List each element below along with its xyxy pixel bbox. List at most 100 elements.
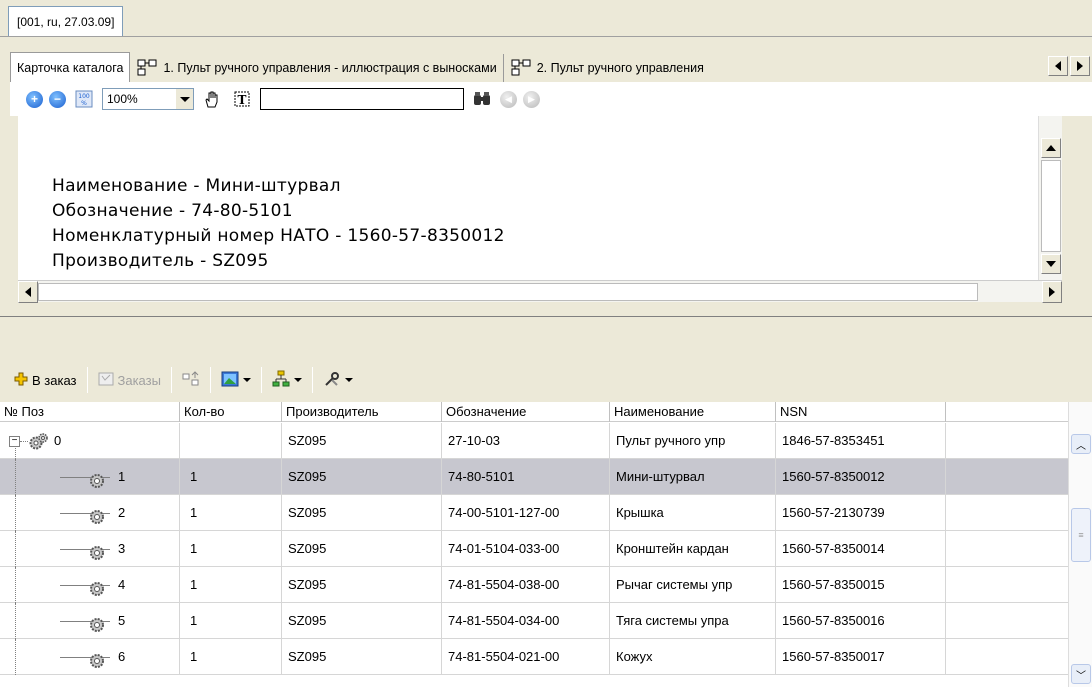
table-vertical-scrollbar[interactable]: ︿ ≡ ﹀ bbox=[1068, 402, 1092, 687]
toolbar-separator bbox=[86, 367, 88, 393]
tab-catalog-card[interactable]: Карточка каталога bbox=[10, 52, 131, 82]
parts-table: № Поз Кол-во Производитель Обозначение Н… bbox=[0, 402, 1092, 687]
tree-expand-dropdown-button[interactable] bbox=[266, 366, 308, 394]
add-to-order-label: В заказ bbox=[32, 372, 77, 388]
pos-number: 4 bbox=[118, 576, 126, 592]
cell-empty bbox=[946, 530, 1070, 567]
cell-pos: 5 bbox=[0, 602, 180, 639]
tab-illustration-callouts[interactable]: 1. Пульт ручного управления - иллюстраци… bbox=[130, 54, 504, 82]
pos-number: 2 bbox=[118, 504, 126, 520]
cell-designation: 74-01-5104-033-00 bbox=[442, 530, 610, 567]
card-line-nato-number: Номенклатурный номер НАТО - 1560-57-8350… bbox=[52, 226, 505, 246]
cell-name: Мини-штурвал bbox=[610, 458, 776, 495]
part-gear-icon bbox=[88, 612, 106, 632]
table-row[interactable]: 4 1 SZ095 74-81-5504-038-00 Рычаг системы уп… bbox=[0, 566, 1070, 603]
scroll-down-button[interactable]: ﹀ bbox=[1071, 664, 1091, 684]
cell-pos: 1 bbox=[0, 458, 180, 495]
cell-qty: 1 bbox=[180, 530, 282, 567]
cell-pos: 2 bbox=[0, 494, 180, 531]
tab-strip: Карточка каталога 1. Пульт ручного управ… bbox=[10, 52, 1092, 82]
add-to-order-button[interactable]: В заказ bbox=[8, 366, 83, 394]
orders-icon bbox=[98, 371, 114, 390]
actual-size-icon[interactable]: 100% bbox=[72, 88, 96, 110]
document-tab[interactable]: [001, ru, 27.03.09] bbox=[8, 6, 124, 36]
tree-up-button[interactable] bbox=[176, 366, 206, 394]
table-row[interactable]: 6 1 SZ095 74-81-5504-021-00 Кожух 1560-57-835… bbox=[0, 638, 1070, 675]
table-row[interactable]: −0 SZ095 27-10-03 Пульт ручного упр 1846-57-… bbox=[0, 422, 1070, 459]
toolbar-separator bbox=[260, 367, 262, 393]
column-header-designation[interactable]: Обозначение bbox=[442, 402, 610, 422]
viewer-vertical-scrollbar[interactable] bbox=[1038, 116, 1062, 296]
scroll-thumb[interactable] bbox=[1041, 160, 1061, 252]
cell-qty bbox=[180, 422, 282, 459]
cell-name: Рычаг системы упр bbox=[610, 566, 776, 603]
orders-button[interactable]: Заказы bbox=[92, 366, 167, 394]
cell-name: Кронштейн кардан bbox=[610, 530, 776, 567]
scroll-right-button[interactable] bbox=[1042, 281, 1062, 303]
column-header-empty bbox=[946, 402, 1070, 422]
pos-number: 6 bbox=[118, 648, 126, 664]
text-select-icon[interactable]: T bbox=[230, 88, 254, 110]
scroll-thumb[interactable]: ≡ bbox=[1071, 508, 1091, 562]
cell-manufacturer: SZ095 bbox=[282, 602, 442, 639]
scroll-left-button[interactable] bbox=[18, 281, 38, 303]
cell-empty bbox=[946, 638, 1070, 675]
tab-scroll-left-button[interactable] bbox=[1048, 56, 1068, 76]
viewer-horizontal-scrollbar[interactable] bbox=[18, 280, 1062, 303]
zoom-in-icon[interactable]: + bbox=[26, 90, 43, 108]
cell-pos: 3 bbox=[0, 530, 180, 567]
cell-manufacturer: SZ095 bbox=[282, 494, 442, 531]
cell-qty: 1 bbox=[180, 602, 282, 639]
table-row[interactable]: 2 1 SZ095 74-00-5101-127-00 Крышка 1560-57-21… bbox=[0, 494, 1070, 531]
zoom-select[interactable]: 100% bbox=[102, 88, 194, 110]
arrow-right-icon bbox=[1077, 61, 1083, 71]
assembly-gears-icon bbox=[28, 430, 48, 449]
scroll-down-button[interactable] bbox=[1041, 254, 1061, 274]
tools-icon bbox=[323, 370, 341, 391]
column-header-manufacturer[interactable]: Производитель bbox=[282, 402, 442, 422]
pos-number: 1 bbox=[118, 468, 126, 484]
find-previous-icon[interactable]: ◀ bbox=[500, 90, 517, 108]
orders-label: Заказы bbox=[117, 372, 161, 388]
tab-manual-control-panel[interactable]: 2. Пульт ручного управления bbox=[504, 54, 710, 82]
collapse-icon[interactable]: − bbox=[9, 435, 20, 447]
plus-icon bbox=[14, 372, 28, 389]
part-gear-icon bbox=[88, 576, 106, 596]
arrow-left-icon bbox=[25, 287, 31, 297]
cell-nsn: 1846-57-8353451 bbox=[776, 422, 946, 459]
scroll-thumb[interactable] bbox=[38, 283, 978, 301]
table-row[interactable]: 1 1 SZ095 74-80-5101 Мини-штурвал 1560-57-835… bbox=[0, 458, 1070, 495]
cell-nsn: 1560-57-8350012 bbox=[776, 458, 946, 495]
arrow-up-icon bbox=[1046, 145, 1056, 151]
tools-dropdown-button[interactable] bbox=[317, 366, 359, 394]
tab-scroll-right-button[interactable] bbox=[1070, 56, 1090, 76]
arrow-left-icon bbox=[1055, 61, 1061, 71]
image-dropdown-button[interactable] bbox=[215, 366, 257, 394]
column-header-name[interactable]: Наименование bbox=[610, 402, 776, 422]
binoculars-icon[interactable] bbox=[470, 88, 494, 110]
cell-nsn: 1560-57-8350015 bbox=[776, 566, 946, 603]
part-gear-icon bbox=[88, 468, 106, 488]
column-header-nsn[interactable]: NSN bbox=[776, 402, 946, 422]
table-row[interactable]: 5 1 SZ095 74-81-5504-034-00 Тяга системы упр… bbox=[0, 602, 1070, 639]
scroll-up-button[interactable] bbox=[1041, 138, 1061, 158]
catalog-card-viewer: Наименование - Мини-штурвал Обозначение … bbox=[18, 116, 1038, 280]
cell-pos: 4 bbox=[0, 566, 180, 603]
table-row[interactable]: 3 1 SZ095 74-01-5104-033-00 Кронштейн кардан… bbox=[0, 530, 1070, 567]
drawing-icon bbox=[136, 58, 158, 78]
pos-number: 5 bbox=[118, 612, 126, 628]
column-header-qty[interactable]: Кол-во bbox=[180, 402, 282, 422]
cell-pos: −0 bbox=[0, 422, 180, 459]
cell-empty bbox=[946, 566, 1070, 603]
search-input[interactable] bbox=[260, 88, 464, 110]
cell-empty bbox=[946, 494, 1070, 531]
top-band bbox=[0, 36, 1092, 46]
zoom-out-icon[interactable]: − bbox=[49, 90, 66, 108]
find-next-icon[interactable]: ▶ bbox=[523, 90, 540, 108]
chevron-down-icon[interactable] bbox=[175, 89, 193, 109]
column-header-pos[interactable]: № Поз bbox=[0, 402, 180, 422]
hand-tool-icon[interactable] bbox=[200, 88, 224, 110]
panel-splitter[interactable] bbox=[0, 316, 1092, 356]
scroll-up-button[interactable]: ︿ bbox=[1071, 434, 1091, 454]
cell-manufacturer: SZ095 bbox=[282, 566, 442, 603]
